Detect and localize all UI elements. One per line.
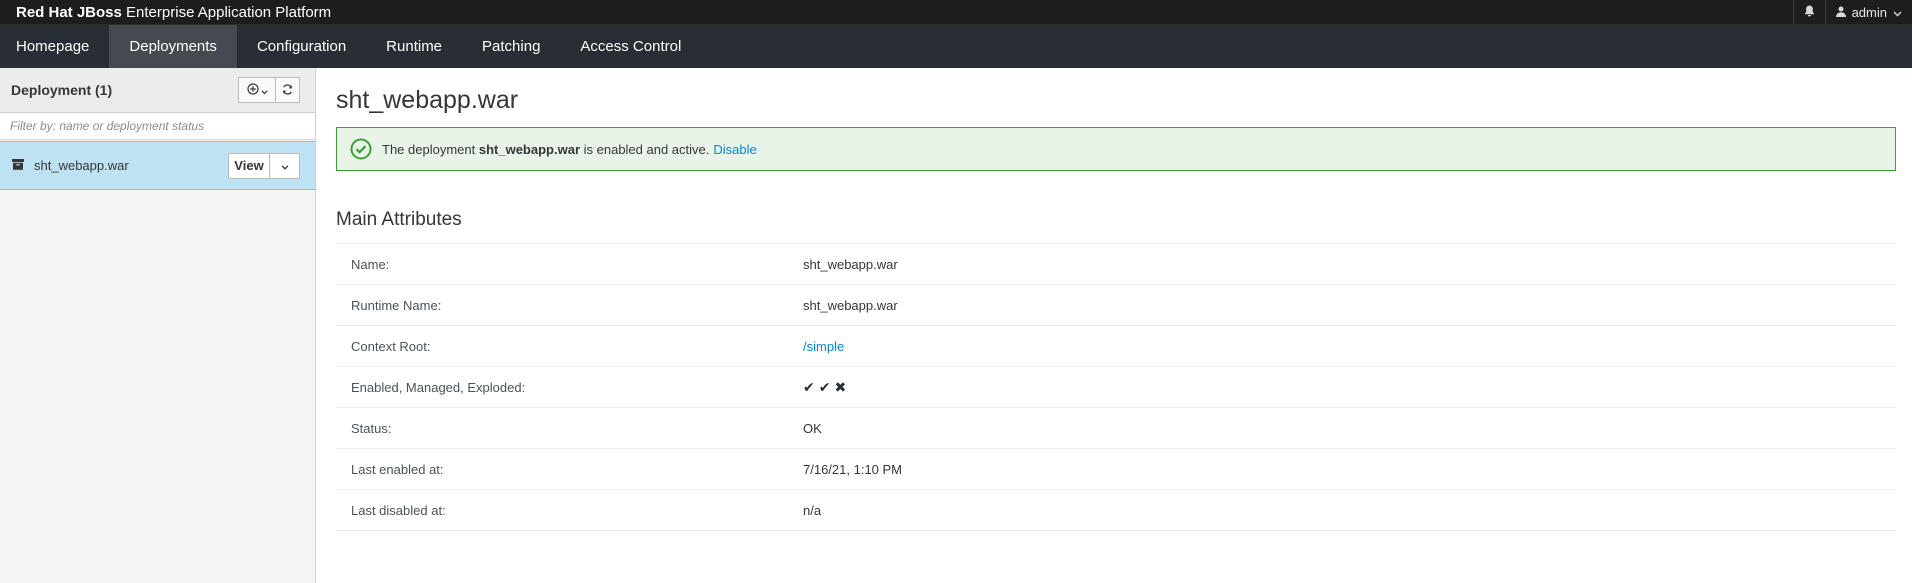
attribute-value: 7/16/21, 1:10 PM [803, 461, 903, 477]
filter-input[interactable] [0, 113, 315, 139]
sidebar-header: Deployment (1) [0, 68, 315, 112]
attribute-row-context-root: Context Root: /simple [336, 326, 1896, 367]
nav-deployments[interactable]: Deployments [109, 25, 237, 68]
attribute-label: Context Root: [351, 338, 431, 354]
primary-nav: Homepage Deployments Configuration Runti… [0, 25, 1912, 68]
attribute-value: sht_webapp.war [803, 297, 898, 313]
attribute-value: OK [803, 420, 822, 436]
nav-configuration[interactable]: Configuration [237, 25, 366, 68]
attribute-value: sht_webapp.war [803, 256, 898, 272]
check-circle-icon [350, 138, 372, 160]
context-root-link[interactable]: /simple [803, 339, 844, 354]
attribute-row-last-disabled: Last disabled at: n/a [336, 490, 1896, 531]
attribute-value: n/a [803, 502, 822, 518]
nav-access-control[interactable]: Access Control [560, 25, 701, 68]
alert-prefix: The deployment [382, 141, 476, 157]
attribute-row-name: Name: sht_webapp.war [336, 244, 1896, 285]
attribute-label: Name: [351, 256, 390, 272]
nav-runtime[interactable]: Runtime [366, 25, 462, 68]
attribute-label: Status: [351, 420, 392, 436]
user-menu[interactable]: admin [1824, 0, 1912, 25]
attribute-label: Last enabled at: [351, 461, 444, 477]
brand-product: Enterprise Application Platform [126, 3, 332, 21]
add-deployment-button[interactable] [238, 77, 276, 103]
exploded-x-icon: ✖ [834, 378, 847, 395]
attribute-row-status: Status: OK [336, 408, 1896, 449]
deployment-name: sht_webapp.war [34, 158, 129, 173]
filter-field[interactable] [0, 112, 315, 140]
attribute-row-last-enabled: Last enabled at: 7/16/21, 1:10 PM [336, 449, 1896, 490]
sidebar-title: Deployment (1) [11, 82, 113, 98]
user-icon [1835, 5, 1846, 20]
masthead: Red Hat JBoss Enterprise Application Pla… [0, 0, 1912, 25]
status-alert: The deployment sht_webapp.war is enabled… [336, 127, 1896, 171]
deployment-sidebar: Deployment (1) sht_webap [0, 68, 316, 583]
attribute-label: Last disabled at: [351, 502, 446, 518]
view-button[interactable]: View [228, 152, 270, 179]
page-title: sht_webapp.war [336, 86, 519, 114]
chevron-down-icon [1893, 5, 1902, 20]
attribute-value: ✔ ✔ ✖ [803, 379, 846, 396]
attribute-row-runtime-name: Runtime Name: sht_webapp.war [336, 285, 1896, 326]
refresh-icon [282, 83, 293, 98]
attribute-row-flags: Enabled, Managed, Exploded: ✔ ✔ ✖ [336, 367, 1896, 408]
attributes-table: Name: sht_webapp.war Runtime Name: sht_w… [336, 243, 1896, 531]
alert-deployment-name: sht_webapp.war [478, 141, 580, 157]
brand: Red Hat JBoss Enterprise Application Pla… [0, 4, 331, 21]
attribute-label: Runtime Name: [351, 297, 442, 313]
chevron-down-icon [281, 158, 289, 173]
disable-link[interactable]: Disable [713, 142, 756, 157]
chevron-down-icon [260, 83, 268, 98]
main-content: sht_webapp.war The deployment sht_webapp… [336, 68, 1896, 531]
notifications-button[interactable] [1792, 0, 1825, 25]
refresh-button[interactable] [276, 77, 300, 103]
nav-patching[interactable]: Patching [462, 25, 560, 68]
nav-homepage[interactable]: Homepage [0, 25, 109, 68]
bell-icon [1804, 5, 1815, 20]
user-name: admin [1851, 4, 1887, 20]
archive-icon [12, 158, 24, 173]
item-actions-dropdown[interactable] [270, 152, 300, 179]
attribute-label: Enabled, Managed, Exploded: [351, 379, 526, 395]
brand-bold: Red Hat JBoss [16, 3, 122, 21]
deployment-list-item[interactable]: sht_webapp.war View [0, 141, 315, 190]
enabled-check-icon: ✔ [803, 378, 815, 395]
plus-circle-icon [246, 82, 259, 98]
managed-check-icon: ✔ [818, 378, 831, 395]
section-title: Main Attributes [336, 209, 462, 230]
alert-suffix: is enabled and active. [583, 141, 710, 157]
